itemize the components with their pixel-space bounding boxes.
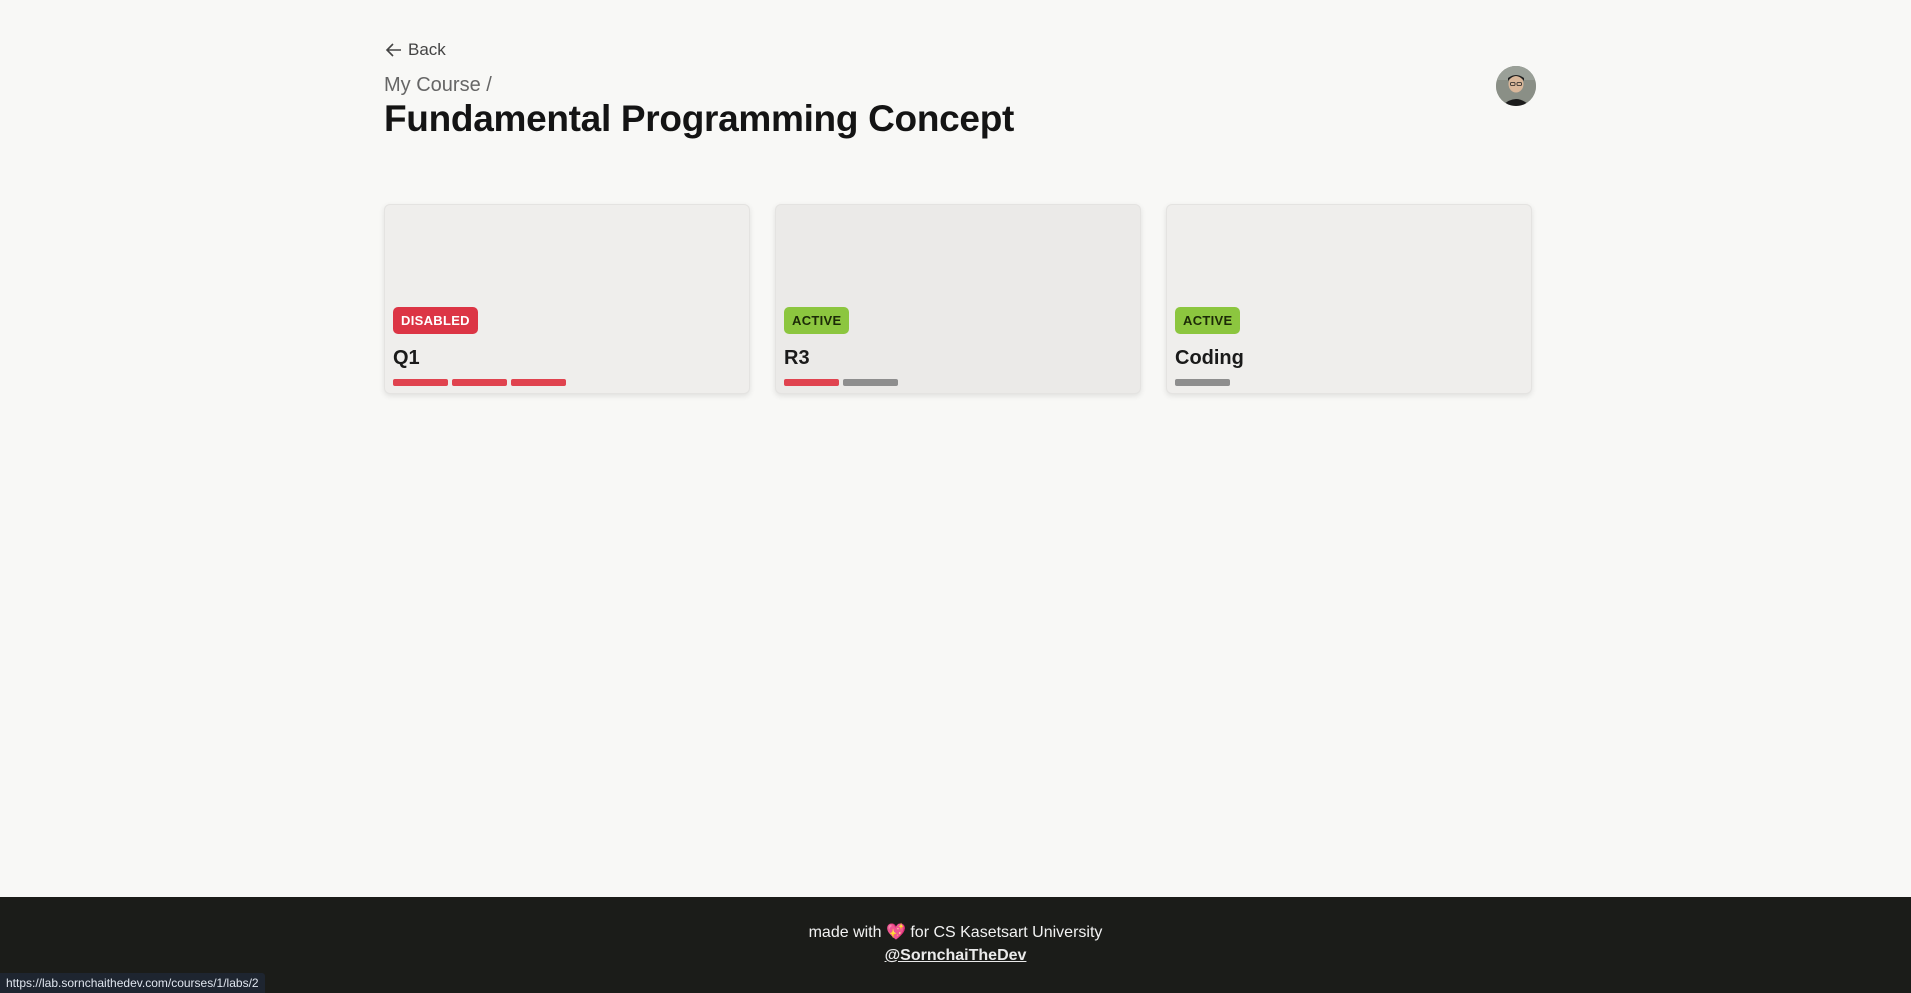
progress-segment [843,379,898,386]
browser-status-url: https://lab.sornchaithedev.com/courses/1… [0,973,265,993]
footer-made-prefix: made with [808,924,882,941]
progress-bars [784,379,898,386]
footer: made with 💖 for CS Kasetsart University … [0,897,1911,993]
lab-title: Coding [1175,347,1244,369]
lab-card-r3[interactable]: ACTIVE R3 [775,204,1141,394]
progress-segment [393,379,448,386]
lab-title: R3 [784,347,810,369]
lab-card-coding[interactable]: ACTIVE Coding [1166,204,1532,394]
arrow-left-icon [385,43,401,57]
footer-made-suffix: for CS Kasetsart University [910,924,1103,941]
back-link[interactable]: Back [384,40,446,60]
lab-list: DISABLED Q1 ACTIVE R3 ACTIVE Coding [384,204,1532,394]
lab-title: Q1 [393,347,420,369]
author-link[interactable]: @SornchaiTheDev [0,947,1911,965]
progress-segment [784,379,839,386]
status-badge: DISABLED [393,307,478,334]
progress-bars [1175,379,1230,386]
back-label: Back [408,40,446,59]
page-title: Fundamental Programming Concept [384,98,1015,139]
user-avatar[interactable] [1496,66,1536,106]
progress-segment [1175,379,1230,386]
progress-bars [393,379,566,386]
progress-segment [452,379,507,386]
avatar-image [1496,66,1536,106]
sparkling-heart-icon: 💖 [885,924,906,941]
breadcrumb: My Course / [384,74,492,96]
status-badge: ACTIVE [784,307,850,334]
status-badge: ACTIVE [1175,307,1241,334]
progress-segment [511,379,566,386]
footer-credit: made with 💖 for CS Kasetsart University [0,922,1911,942]
lab-card-q1[interactable]: DISABLED Q1 [384,204,750,394]
